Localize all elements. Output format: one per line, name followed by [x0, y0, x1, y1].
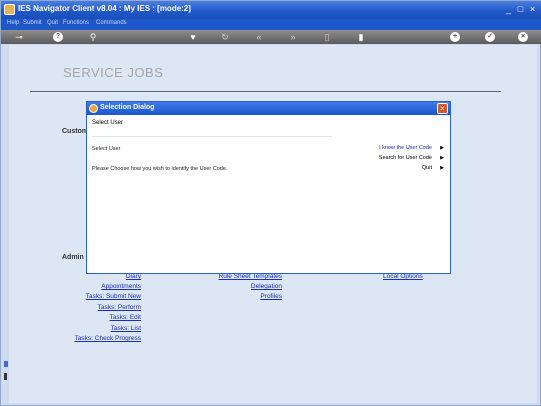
- section-customer-label: Custom: [62, 128, 89, 135]
- link-local-options[interactable]: Local Options: [383, 273, 423, 280]
- help-icon[interactable]: ?: [53, 32, 63, 42]
- link-tasks-check-progress[interactable]: Tasks: Check Progress: [75, 335, 141, 342]
- back-icon[interactable]: «: [253, 31, 265, 43]
- dialog-instruction: Please Choose how you wish to identify t…: [92, 166, 228, 172]
- dialog-divider: [92, 136, 332, 137]
- link-appointments[interactable]: Appointments: [101, 283, 141, 290]
- link-delegation[interactable]: Delegation: [251, 283, 282, 290]
- page-title: SERVICE JOBS: [63, 65, 164, 80]
- triangle-right-icon: ▶: [440, 155, 444, 161]
- link-diary[interactable]: Diary: [126, 273, 141, 280]
- menu-functions[interactable]: Functions: [63, 20, 89, 26]
- option-label: Quit: [421, 165, 432, 171]
- title-bar: IES Navigator Client v8.04 : My IES : [m…: [1, 1, 541, 19]
- link-tasks-submit-new[interactable]: Tasks: Submit New: [86, 293, 141, 300]
- menu-commands[interactable]: Commands: [96, 20, 127, 26]
- menu-bar: Help Submit Quit Functions Commands: [1, 19, 541, 30]
- dialog-content: Select User Select User Please Choose ho…: [87, 115, 339, 273]
- window-title: IES Navigator Client v8.04 : My IES : [m…: [18, 4, 191, 13]
- close-button[interactable]: ×: [527, 4, 538, 15]
- menu-help[interactable]: Help: [7, 20, 19, 26]
- option-label: I know the User Code: [379, 145, 432, 151]
- dialog-title-bar: Selection Dialog: [87, 102, 450, 115]
- key-icon[interactable]: ⊸: [9, 31, 29, 43]
- search-icon[interactable]: ⚲: [87, 31, 99, 43]
- side-marker: [4, 361, 8, 383]
- link-tasks-list[interactable]: Tasks: List: [111, 325, 141, 332]
- dialog-options: I know the User Code ▶ Search for User C…: [339, 115, 450, 273]
- triangle-right-icon: ▶: [440, 145, 444, 151]
- forward-icon[interactable]: »: [287, 31, 299, 43]
- dialog-label: Select User: [92, 146, 121, 152]
- minimize-button[interactable]: _: [503, 4, 514, 15]
- option-search-user-code[interactable]: Search for User Code ▶: [339, 155, 450, 163]
- option-know-user-code[interactable]: I know the User Code ▶: [339, 145, 450, 153]
- option-quit[interactable]: Quit ▶: [339, 165, 450, 173]
- link-tasks-perform[interactable]: Tasks: Perform: [98, 304, 141, 311]
- cancel-icon[interactable]: ×: [518, 32, 528, 42]
- maximize-button[interactable]: □: [515, 4, 526, 15]
- stop-icon[interactable]: ▯: [321, 31, 333, 43]
- section-admin-label: Admin: [62, 254, 84, 261]
- document-icon[interactable]: ▮: [355, 31, 367, 43]
- link-tasks-edit[interactable]: Tasks: Edit: [110, 314, 141, 321]
- favorite-heart-icon[interactable]: ♥: [187, 31, 199, 43]
- dialog-heading: Select User: [92, 120, 124, 126]
- add-icon[interactable]: +: [450, 32, 460, 42]
- option-label: Search for User Code: [378, 155, 432, 161]
- app-logo-icon: [4, 4, 15, 15]
- divider: [30, 91, 501, 92]
- link-rule-sheet-templates[interactable]: Rule Sheet Templates: [219, 273, 282, 280]
- toolbar: ⊸ ? ⚲ ♥ ↻ « » ▯ ▮ + ✓ ×: [1, 30, 541, 44]
- dialog-close-button[interactable]: ×: [437, 103, 448, 114]
- confirm-icon[interactable]: ✓: [485, 32, 495, 42]
- dialog-app-icon: [89, 104, 98, 113]
- link-profiles[interactable]: Profiles: [260, 293, 282, 300]
- application-window: IES Navigator Client v8.04 : My IES : [m…: [0, 0, 541, 406]
- triangle-right-icon: ▶: [440, 165, 444, 171]
- menu-submit[interactable]: Submit: [23, 20, 42, 26]
- menu-quit[interactable]: Quit: [47, 20, 58, 26]
- dialog-title: Selection Dialog: [100, 104, 155, 111]
- selection-dialog: Selection Dialog × Select User Select Us…: [86, 101, 451, 274]
- refresh-icon[interactable]: ↻: [219, 31, 231, 43]
